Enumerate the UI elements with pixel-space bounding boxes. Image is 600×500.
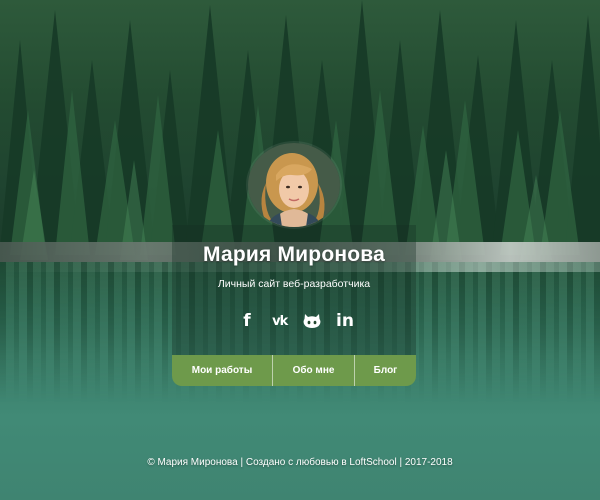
profile-subtitle: Личный сайт веб-разработчика (217, 278, 371, 290)
facebook-icon[interactable]: f (236, 310, 258, 332)
social-links: f vk in (236, 309, 356, 333)
linkedin-icon[interactable]: in (334, 310, 356, 332)
nav-my-works-button[interactable]: Мои работы (172, 355, 273, 386)
main-nav: Мои работы Обо мне Блог (172, 355, 416, 386)
github-icon[interactable] (301, 310, 323, 332)
nav-about-button[interactable]: Обо мне (273, 355, 355, 386)
avatar-photo (248, 143, 340, 227)
nav-blog-button[interactable]: Блог (355, 355, 416, 386)
footer-copyright: © Мария Миронова | Создано с любовью в L… (147, 457, 453, 468)
avatar (248, 143, 340, 227)
vk-icon[interactable]: vk (269, 310, 291, 332)
profile-name: Мария Миронова (203, 243, 385, 266)
